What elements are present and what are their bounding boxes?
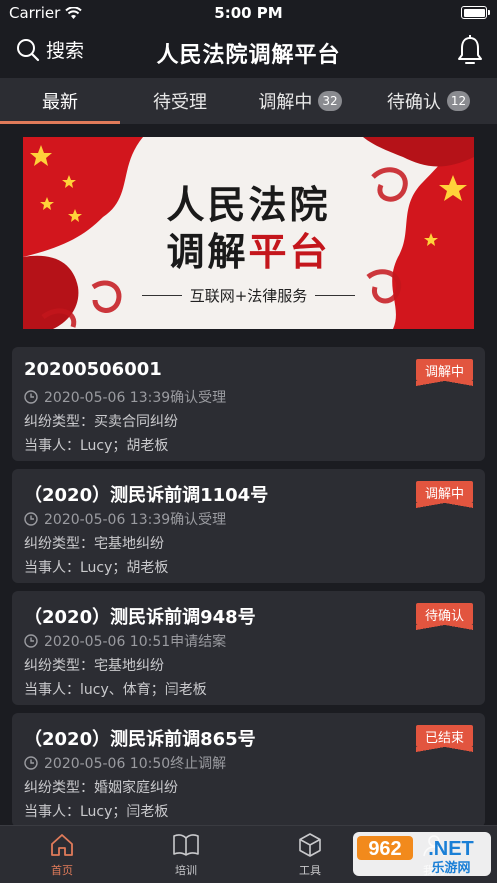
banner-title: 人民法院 调解平台 bbox=[23, 181, 474, 275]
divider bbox=[315, 295, 356, 296]
tabbar-item-training[interactable]: 培训 bbox=[124, 832, 248, 878]
status-tag: 调解中 bbox=[415, 359, 474, 386]
case-number: 20200506001 bbox=[24, 359, 162, 380]
status-tag: 已结束 bbox=[415, 725, 474, 752]
case-time: 2020-05-06 10:51申请结案 bbox=[24, 631, 226, 651]
svg-text:乐游网: 乐游网 bbox=[431, 860, 470, 876]
notification-button[interactable] bbox=[455, 34, 485, 70]
status-tag: 待确认 bbox=[415, 603, 474, 630]
case-time-text: 2020-05-06 10:50终止调解 bbox=[44, 756, 227, 772]
case-card[interactable]: 20200506001 调解中 2020-05-06 13:39确认受理 纠纷类… bbox=[12, 347, 485, 461]
tab-pending-acceptance[interactable]: 待受理 bbox=[120, 78, 240, 124]
banner-title-line2b: 平台 bbox=[248, 229, 331, 274]
banner-title-line2a: 调解 bbox=[166, 229, 249, 274]
parties: 当事人：Lucy；胡老板 bbox=[24, 438, 169, 454]
parties: 当事人：lucy、体育；闫老板 bbox=[24, 682, 207, 698]
clock-icon bbox=[24, 756, 38, 770]
parties: 当事人：Lucy；胡老板 bbox=[24, 560, 169, 576]
dispute-type: 纠纷类型：宅基地纠纷 bbox=[24, 658, 164, 674]
tab-label: 待确认 bbox=[386, 92, 441, 113]
tab-pending-confirmation[interactable]: 待确认 12 bbox=[360, 78, 497, 124]
tab-label: 待受理 bbox=[153, 92, 207, 113]
bell-icon bbox=[458, 35, 482, 64]
page-title: 人民法院调解平台 bbox=[156, 43, 341, 68]
tab-latest[interactable]: 最新 bbox=[0, 78, 120, 124]
dispute-type: 纠纷类型：婚姻家庭纠纷 bbox=[24, 780, 178, 796]
tab-in-mediation[interactable]: 调解中 32 bbox=[240, 78, 360, 124]
tabbar-label: 首页 bbox=[51, 864, 73, 877]
case-number: （2020）测民诉前调948号 bbox=[24, 607, 256, 628]
case-time-text: 2020-05-06 13:39确认受理 bbox=[44, 512, 227, 528]
site-watermark: 962 .NET 乐游网 bbox=[353, 828, 491, 878]
clock-icon bbox=[24, 512, 38, 526]
status-bar: Carrier 5:00 PM bbox=[0, 0, 497, 26]
dispute-type: 纠纷类型：买卖合同纠纷 bbox=[24, 414, 178, 430]
clock-icon bbox=[24, 634, 38, 648]
case-time-text: 2020-05-06 13:39确认受理 bbox=[44, 390, 227, 406]
dispute-type: 纠纷类型：宅基地纠纷 bbox=[24, 536, 164, 552]
banner-subtitle: 互联网+法律服务 bbox=[23, 285, 474, 306]
active-tab-indicator bbox=[0, 121, 120, 124]
promo-banner[interactable]: 人民法院 调解平台 互联网+法律服务 bbox=[23, 137, 474, 329]
tab-label: 最新 bbox=[42, 92, 78, 113]
count-badge: 32 bbox=[318, 91, 342, 111]
watermark-logo: 962 .NET 乐游网 bbox=[353, 832, 491, 876]
case-time-text: 2020-05-06 10:51申请结案 bbox=[44, 634, 227, 650]
svg-text:962: 962 bbox=[368, 838, 401, 860]
divider bbox=[141, 295, 182, 296]
navigation-bar: 搜索 人民法院调解平台 bbox=[0, 26, 497, 76]
case-time: 2020-05-06 10:50终止调解 bbox=[24, 753, 226, 773]
home-icon bbox=[51, 834, 73, 856]
case-number: （2020）测民诉前调1104号 bbox=[24, 485, 269, 506]
case-card[interactable]: （2020）测民诉前调1104号 调解中 2020-05-06 13:39确认受… bbox=[12, 469, 485, 583]
book-icon bbox=[173, 834, 199, 856]
case-card[interactable]: （2020）测民诉前调948号 待确认 2020-05-06 10:51申请结案… bbox=[12, 591, 485, 705]
tabbar-item-home[interactable]: 首页 bbox=[0, 832, 124, 878]
status-tag: 调解中 bbox=[415, 481, 474, 508]
clock-icon bbox=[24, 390, 38, 404]
status-time: 5:00 PM bbox=[214, 4, 283, 22]
case-number: （2020）测民诉前调865号 bbox=[24, 729, 256, 750]
tab-label: 调解中 bbox=[258, 92, 313, 113]
battery-icon bbox=[461, 6, 490, 19]
case-tabs: 最新 待受理 调解中 32 待确认 12 bbox=[0, 78, 497, 124]
case-time: 2020-05-06 13:39确认受理 bbox=[24, 387, 226, 407]
banner-title-line1: 人民法院 bbox=[166, 182, 331, 227]
count-badge: 12 bbox=[446, 91, 471, 111]
cube-icon bbox=[299, 833, 321, 857]
tabbar-label: 工具 bbox=[299, 864, 321, 877]
case-time: 2020-05-06 13:39确认受理 bbox=[24, 509, 226, 529]
tabbar-label: 培训 bbox=[175, 864, 197, 877]
banner-subtitle-text: 互联网+法律服务 bbox=[189, 287, 308, 305]
svg-text:.NET: .NET bbox=[428, 838, 474, 860]
case-card[interactable]: （2020）测民诉前调865号 已结束 2020-05-06 10:50终止调解… bbox=[12, 713, 485, 827]
parties: 当事人：Lucy；闫老板 bbox=[24, 804, 169, 820]
